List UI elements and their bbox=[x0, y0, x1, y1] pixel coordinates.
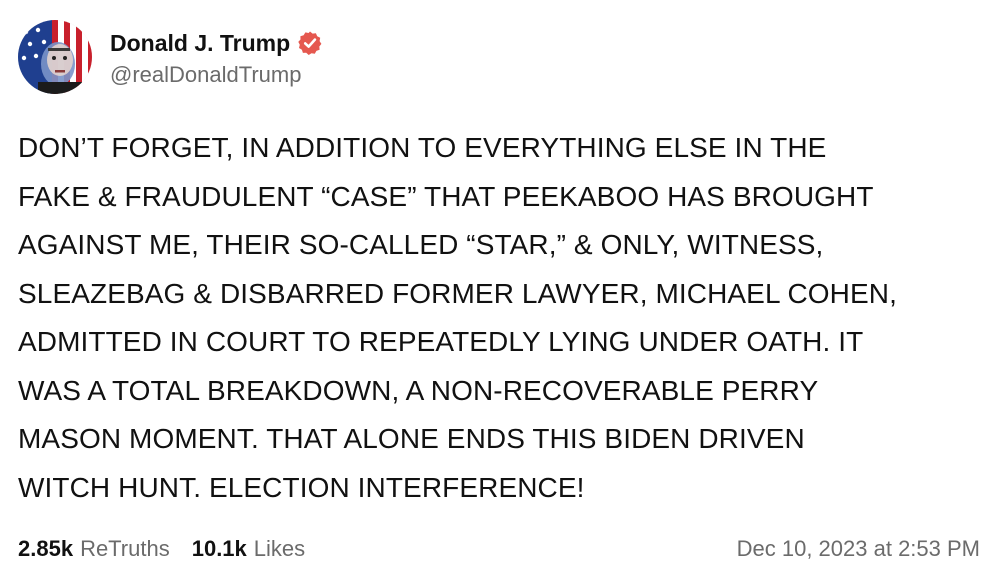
post-body-line: WAS A TOTAL BREAKDOWN, A NON-RECOVERABLE… bbox=[18, 374, 819, 406]
post-body-line: DON’T FORGET, IN ADDITION TO EVERYTHING … bbox=[18, 132, 827, 163]
post-body-line: ADMITTED IN COURT TO REPEATEDLY LYING UN… bbox=[18, 326, 864, 357]
post-header: Donald J. Trump @realDonaldTrump bbox=[18, 20, 323, 94]
post-body-line: WITCH HUNT. ELECTION INTERFERENCE! bbox=[18, 471, 585, 503]
name-row: Donald J. Trump bbox=[110, 26, 323, 60]
retruths-stat[interactable]: 2.85k ReTruths bbox=[18, 536, 170, 562]
post-body: DON’T FORGET, IN ADDITION TO EVERYTHING … bbox=[18, 124, 990, 512]
post-footer: 2.85k ReTruths 10.1k Likes Dec 10, 2023 … bbox=[18, 532, 980, 566]
retruths-label: ReTruths bbox=[80, 536, 170, 561]
author-display-name[interactable]: Donald J. Trump bbox=[110, 30, 290, 57]
post-timestamp[interactable]: Dec 10, 2023 at 2:53 PM bbox=[737, 536, 980, 562]
likes-stat[interactable]: 10.1k Likes bbox=[192, 536, 305, 562]
avatar[interactable] bbox=[18, 20, 92, 94]
truth-post: Donald J. Trump @realDonaldTrump DON’T F… bbox=[0, 0, 1000, 585]
author-identity: Donald J. Trump @realDonaldTrump bbox=[110, 26, 323, 88]
profile-photo-avatar bbox=[18, 20, 92, 94]
likes-label: Likes bbox=[253, 536, 306, 561]
retruths-count: 2.85k bbox=[18, 536, 74, 561]
verified-badge-icon bbox=[297, 30, 323, 56]
likes-count: 10.1k bbox=[191, 536, 247, 561]
post-body-line: MASON MOMENT. THAT ALONE ENDS THIS BIDEN… bbox=[18, 423, 805, 454]
post-body-line: FAKE & FRAUDULENT “CASE” THAT PEEKABOO H… bbox=[18, 180, 874, 212]
post-body-line: SLEAZEBAG & DISBARRED FORMER LAWYER, MIC… bbox=[18, 277, 897, 309]
post-body-line: AGAINST ME, THEIR SO-CALLED “STAR,” & ON… bbox=[18, 229, 824, 260]
author-handle[interactable]: @realDonaldTrump bbox=[110, 62, 323, 88]
